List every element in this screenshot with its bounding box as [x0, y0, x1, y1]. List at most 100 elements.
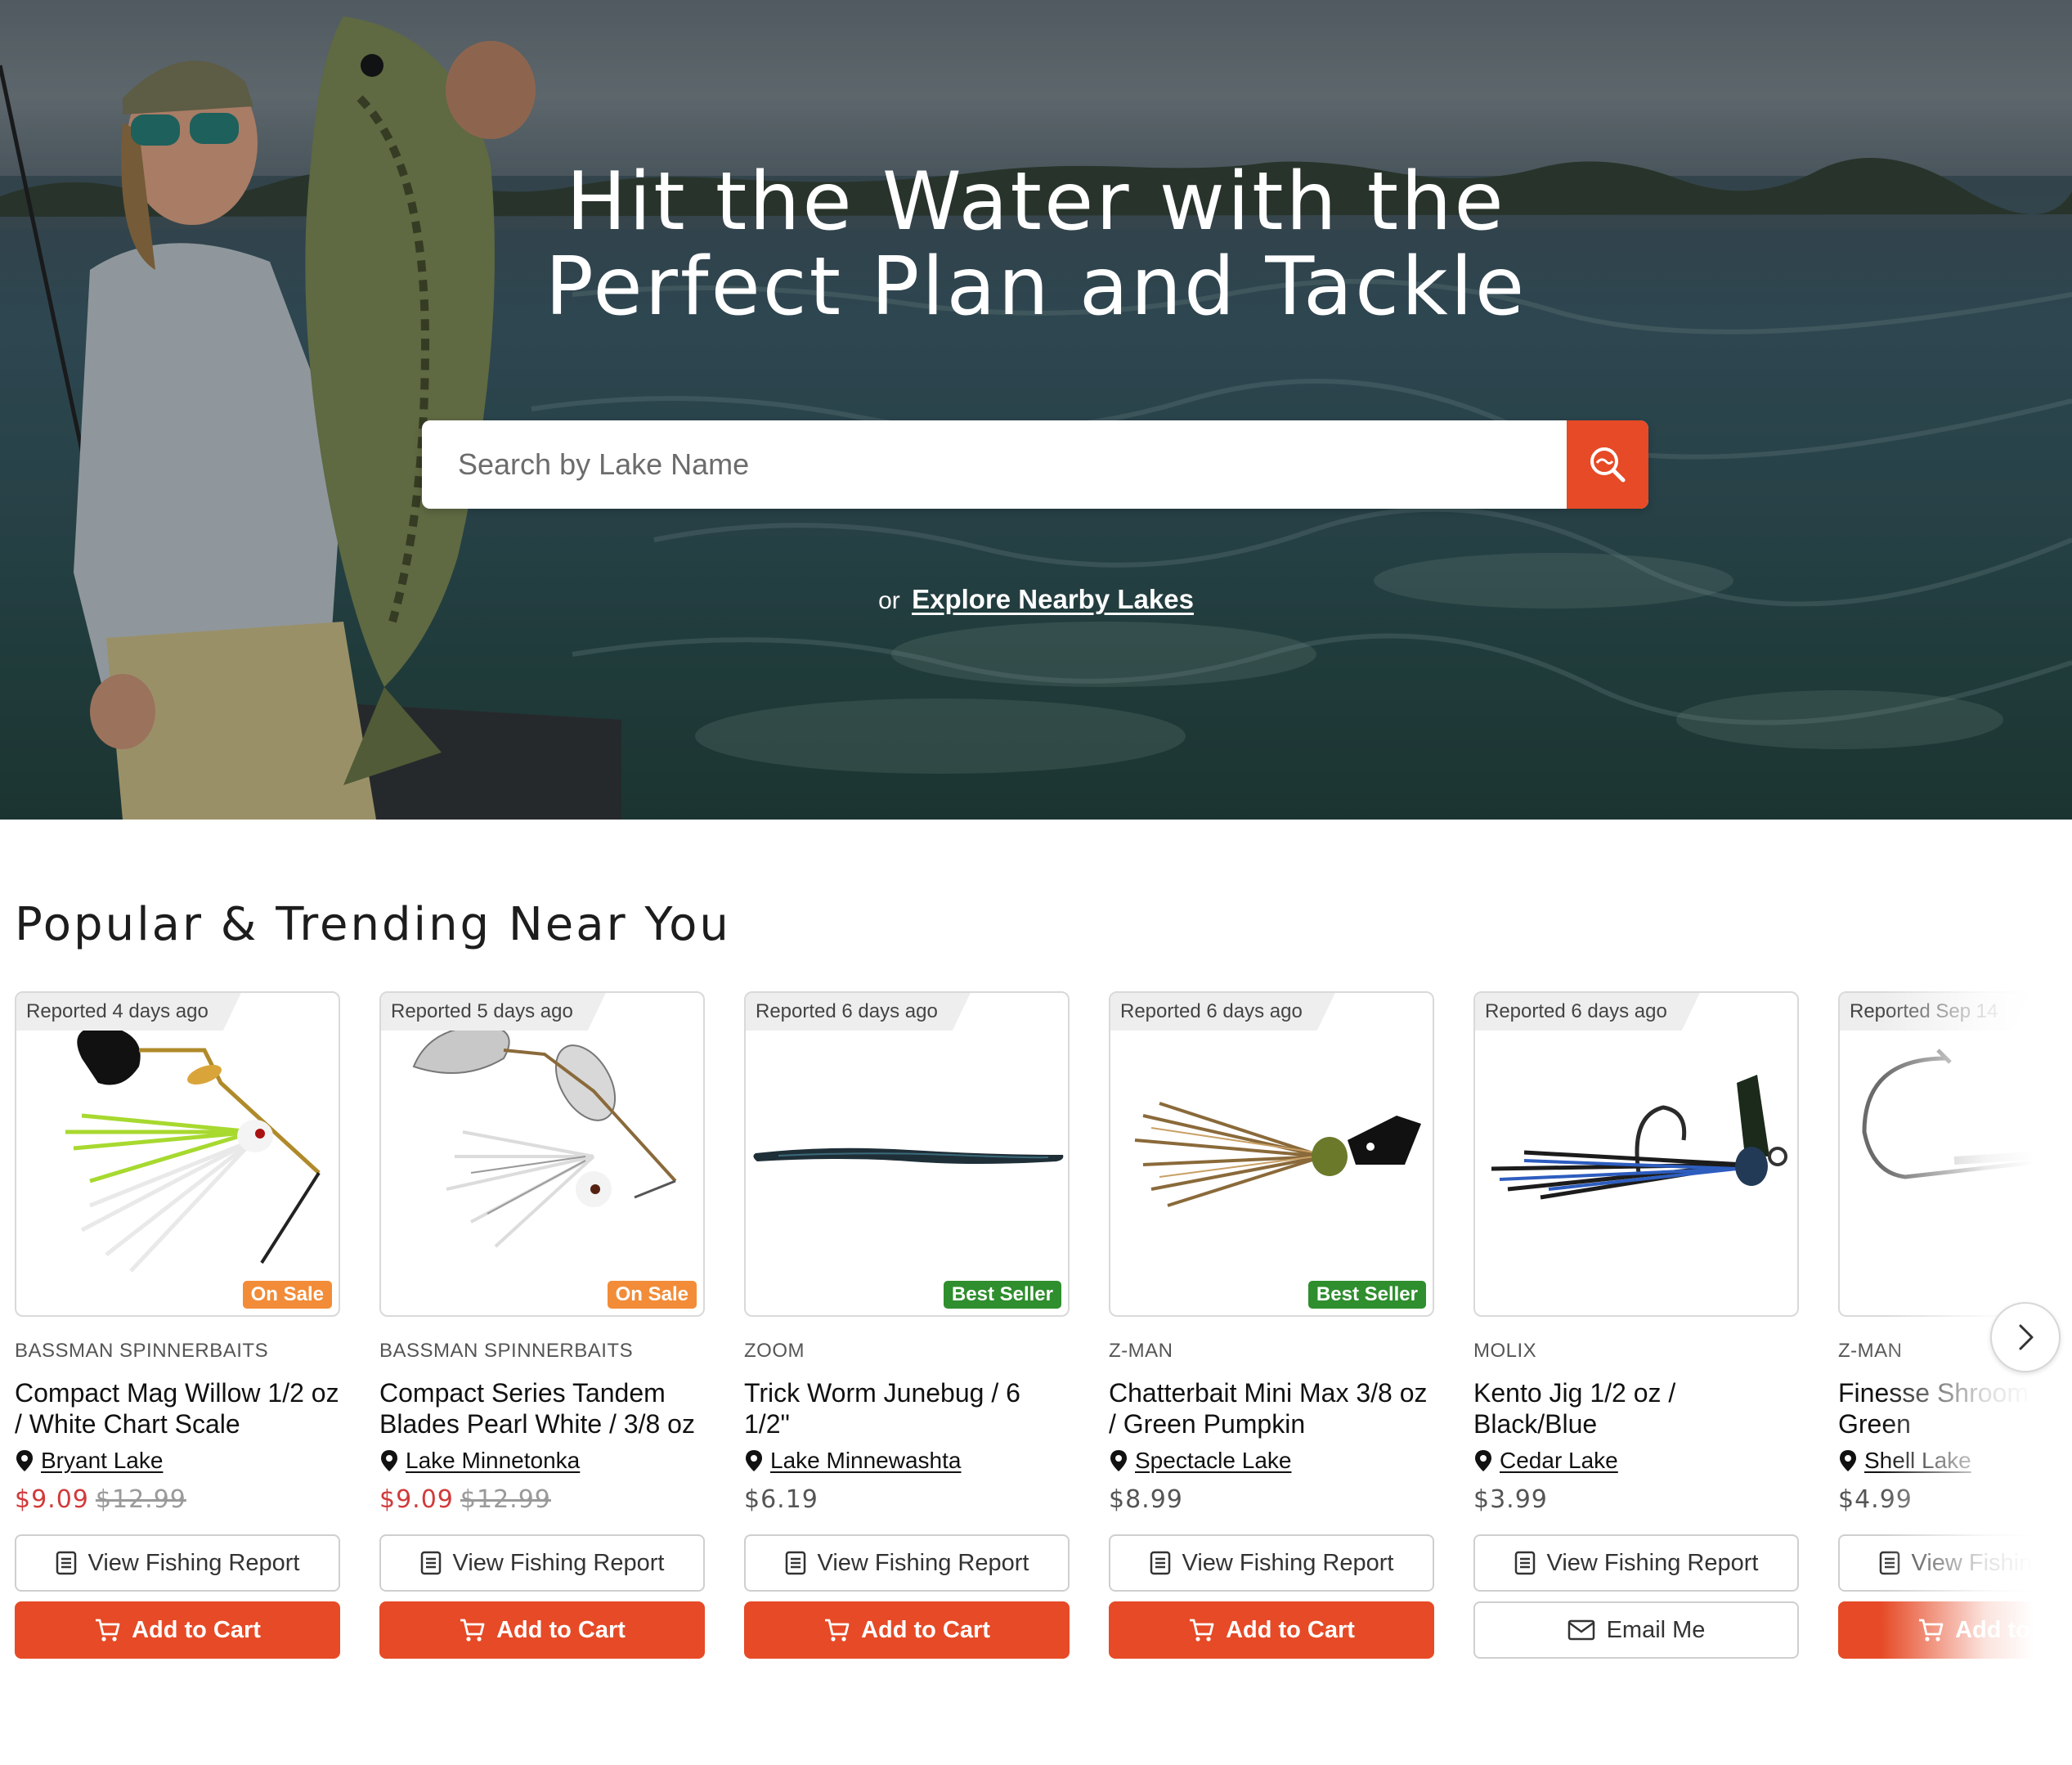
report-button-label: View Fishing Report [452, 1549, 665, 1576]
product-image-frame[interactable]: Reported 6 days ago Best Seller [1109, 991, 1434, 1317]
price-row: $9.09 $12.99 [15, 1485, 340, 1518]
product-image-frame[interactable]: Reported 5 days ago On Sale [379, 991, 705, 1317]
lake-row: Bryant Lake [15, 1448, 340, 1474]
explore-prefix: or [878, 587, 900, 614]
lake-row: Lake Minnewashta [744, 1448, 1070, 1474]
product-image-frame[interactable]: Reported 4 days ago On Sale [15, 991, 340, 1317]
report-icon [1514, 1551, 1535, 1575]
product-card: Reported 4 days ago On Sale BASSMAN SPIN… [15, 991, 340, 1659]
cart-icon [1919, 1619, 1944, 1641]
view-fishing-report-button[interactable]: View Fishing Report [379, 1534, 705, 1592]
lake-row: Cedar Lake [1473, 1448, 1799, 1474]
explore-nearby-lakes-link[interactable]: Explore Nearby Lakes [912, 584, 1194, 614]
lake-link[interactable]: Lake Minnewashta [770, 1448, 961, 1474]
search-fish-icon [1590, 447, 1626, 483]
original-price: $12.99 [95, 1485, 186, 1514]
view-fishing-report-button[interactable]: View Fishing Report [1838, 1534, 2072, 1592]
product-name[interactable]: Kento Jig 1/2 oz / Black/Blue [1473, 1377, 1799, 1439]
price-row: $3.99 [1473, 1485, 1799, 1518]
report-button-label: View Fishing Report [1182, 1549, 1394, 1576]
report-icon [420, 1551, 441, 1575]
product-card: Reported 6 days ago Best Seller ZOOM Tri… [744, 991, 1070, 1659]
cart-button-label: Add to Cart [1955, 1616, 2072, 1643]
on-sale-badge: On Sale [607, 1281, 697, 1309]
lake-link[interactable]: Bryant Lake [41, 1448, 163, 1474]
email-button-label: Email Me [1606, 1616, 1706, 1643]
product-price: $6.19 [744, 1485, 818, 1514]
add-to-cart-button[interactable]: Add to Cart [744, 1601, 1070, 1659]
lake-row: Shell Lake [1838, 1448, 2072, 1474]
product-name[interactable]: Chatterbait Mini Max 3/8 oz / Green Pump… [1109, 1377, 1434, 1439]
product-brand: Z-MAN [1109, 1340, 1173, 1362]
carousel-next-button[interactable] [1990, 1302, 2061, 1372]
price-row: $4.99 [1838, 1485, 2072, 1518]
product-price: $3.99 [1473, 1485, 1548, 1514]
product-card: Reported 6 days ago Best Seller Z-MAN Ch… [1109, 991, 1434, 1659]
add-to-cart-button[interactable]: Add to Cart [1109, 1601, 1434, 1659]
view-fishing-report-button[interactable]: View Fishing Report [1109, 1534, 1434, 1592]
lake-search-bar [422, 420, 1648, 509]
cart-icon [96, 1619, 120, 1641]
reported-tag: Reported 6 days ago [746, 993, 971, 1031]
report-icon [56, 1551, 76, 1575]
add-to-cart-button[interactable]: Add to Cart [1838, 1601, 2072, 1659]
report-button-label: View Fishing Report [1546, 1549, 1759, 1576]
explore-row: or Explore Nearby Lakes [0, 584, 2072, 615]
lake-link[interactable]: Shell Lake [1864, 1448, 1971, 1474]
product-name[interactable]: Compact Mag Willow 1/2 oz / White Chart … [15, 1377, 340, 1439]
location-pin-icon [1110, 1450, 1127, 1471]
hero-title-line-1: Hit the Water with the [566, 155, 1506, 249]
jig-image [1491, 1075, 1787, 1200]
view-fishing-report-button[interactable]: View Fishing Report [1473, 1534, 1799, 1592]
product-name[interactable]: Trick Worm Junebug / 6 1/2" [744, 1377, 1070, 1439]
hero-banner: Hit the Water with the Perfect Plan and … [0, 0, 2072, 820]
reported-tag: Reported 6 days ago [1110, 993, 1335, 1031]
best-seller-badge: Best Seller [1307, 1281, 1426, 1309]
location-pin-icon [1840, 1450, 1856, 1471]
product-brand: MOLIX [1473, 1340, 1537, 1362]
spinnerbait-image [412, 1024, 677, 1248]
hero-overlay [0, 0, 2072, 820]
product-brand: BASSMAN SPINNERBAITS [379, 1340, 634, 1362]
product-name[interactable]: Finesse Shroom 1/10 oz / Green [1838, 1377, 2072, 1439]
finesse-shroom-hook-image [1862, 1049, 2072, 1179]
reported-tag: Reported Sep 14 [1840, 993, 2030, 1031]
spinnerbait-image [65, 1026, 321, 1273]
report-button-label: View Fishing Report [87, 1549, 300, 1576]
reported-tag: Reported 4 days ago [16, 993, 241, 1031]
cart-icon [460, 1619, 485, 1641]
product-image-frame[interactable]: Reported 6 days ago Best Seller [744, 991, 1070, 1317]
trick-worm-image [753, 1147, 1064, 1164]
product-image-frame[interactable]: Reported Sep 14 [1838, 991, 2072, 1317]
lake-link[interactable]: Lake Minnetonka [406, 1448, 580, 1474]
product-card: Reported 6 days ago MOLIX Kento Jig 1/2 … [1473, 991, 1799, 1659]
product-brand: ZOOM [744, 1340, 805, 1362]
best-seller-badge: Best Seller [943, 1281, 1061, 1309]
price-row: $9.09 $12.99 [379, 1485, 705, 1518]
location-pin-icon [746, 1450, 762, 1471]
add-to-cart-button[interactable]: Add to Cart [379, 1601, 705, 1659]
location-pin-icon [381, 1450, 397, 1471]
hero-title: Hit the Water with the Perfect Plan and … [0, 159, 2072, 330]
email-me-button[interactable]: Email Me [1473, 1601, 1799, 1659]
product-name[interactable]: Compact Series Tandem Blades Pearl White… [379, 1377, 705, 1439]
cart-button-label: Add to Cart [1226, 1616, 1355, 1643]
lake-link[interactable]: Cedar Lake [1500, 1448, 1618, 1474]
section-title: Popular & Trending Near You [15, 898, 731, 951]
cart-button-label: Add to Cart [861, 1616, 990, 1643]
report-button-label: View Fishing Report [817, 1549, 1029, 1576]
add-to-cart-button[interactable]: Add to Cart [15, 1601, 340, 1659]
lake-link[interactable]: Spectacle Lake [1135, 1448, 1291, 1474]
product-image-frame[interactable]: Reported 6 days ago [1473, 991, 1799, 1317]
search-button[interactable] [1567, 420, 1648, 509]
view-fishing-report-button[interactable]: View Fishing Report [15, 1534, 340, 1592]
product-brand: BASSMAN SPINNERBAITS [15, 1340, 269, 1362]
sale-price: $9.09 [379, 1485, 454, 1514]
location-pin-icon [16, 1450, 33, 1471]
view-fishing-report-button[interactable]: View Fishing Report [744, 1534, 1070, 1592]
lake-search-input[interactable] [422, 420, 1567, 509]
price-row: $6.19 [744, 1485, 1070, 1518]
on-sale-badge: On Sale [242, 1281, 332, 1309]
location-pin-icon [1475, 1450, 1491, 1471]
lake-row: Spectacle Lake [1109, 1448, 1434, 1474]
